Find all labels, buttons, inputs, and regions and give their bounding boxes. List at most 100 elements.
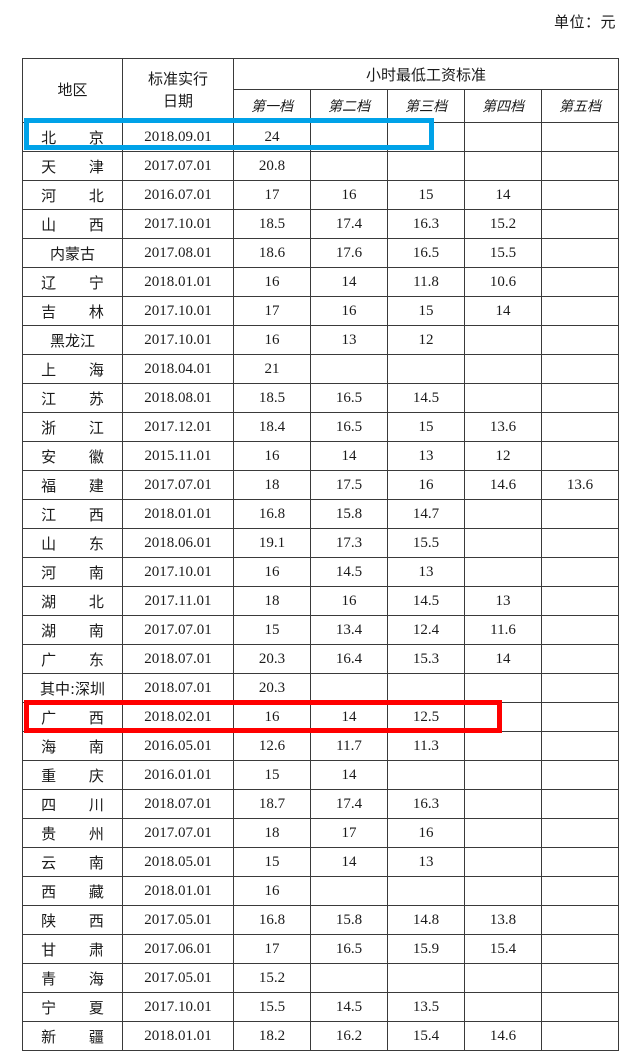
region-name: 内蒙古 [49,244,95,263]
table-row: 重 庆 2016.01.01 15 14 [22,760,619,790]
wage-value-cell-tier-1: 18.2 [233,1021,311,1051]
table-row: 湖 南 2017.07.01 15 13.4 12.4 11.6 [22,615,619,645]
region-cell: 浙 江 [22,412,123,442]
wage-value-cell-tier-1: 18.6 [233,238,311,268]
wage-value-cell-tier-3: 15.4 [387,1021,465,1051]
table-row: 天 津 2017.07.01 20.8 [22,151,619,181]
region-cell: 四 川 [22,789,123,819]
wage-value-cell-tier-1: 20.8 [233,151,311,181]
table-row: 云 南 2018.05.01 15 14 13 [22,847,619,877]
region-name: 新 疆 [41,1027,118,1046]
table-row: 北 京 2018.09.01 24 [22,122,619,152]
region-cell: 湖 北 [22,586,123,616]
wage-value-cell-tier-5 [541,789,619,819]
table-row: 河 北 2016.07.01 17 16 15 14 [22,180,619,210]
region-cell: 宁 夏 [22,992,123,1022]
wage-value-cell-tier-1: 19.1 [233,528,311,558]
wage-value-cell-tier-5 [541,992,619,1022]
region-cell: 上 海 [22,354,123,384]
wage-value-cell-tier-4 [464,731,542,761]
wage-value-cell-tier-3: 16.5 [387,238,465,268]
effective-date-cell: 2018.01.01 [122,267,234,297]
wage-value-cell-tier-1: 15 [233,615,311,645]
effective-date-cell: 2017.07.01 [122,818,234,848]
region-cell: 广 东 [22,644,123,674]
wage-value-cell-tier-5 [541,673,619,703]
region-name: 湖 北 [41,592,118,611]
region-name: 上 海 [41,360,118,379]
table-row: 西 藏 2018.01.01 16 [22,876,619,906]
wage-value-cell-tier-2 [310,876,388,906]
effective-date-cell: 2017.10.01 [122,325,234,355]
wage-value-cell-tier-1: 15.5 [233,992,311,1022]
effective-date-cell: 2017.07.01 [122,151,234,181]
wage-value-cell-tier-3: 16.3 [387,789,465,819]
region-cell: 江 西 [22,499,123,529]
wage-value-cell-tier-4: 11.6 [464,615,542,645]
wage-value-cell-tier-4: 14 [464,296,542,326]
region-name: 天 津 [41,157,118,176]
table-row: 江 苏 2018.08.01 18.5 16.5 14.5 [22,383,619,413]
region-cell: 内蒙古 [22,238,123,268]
wage-value-cell-tier-3 [387,354,465,384]
table-row: 湖 北 2017.11.01 18 16 14.5 13 [22,586,619,616]
wage-value-cell-tier-4 [464,557,542,587]
wage-value-cell-tier-1: 18.4 [233,412,311,442]
wage-value-cell-tier-4 [464,528,542,558]
wage-value-cell-tier-3: 15 [387,412,465,442]
effective-date-cell: 2017.10.01 [122,209,234,239]
region-cell: 山 东 [22,528,123,558]
wage-value-cell-tier-5 [541,412,619,442]
region-name: 青 海 [41,969,118,988]
region-cell: 青 海 [22,963,123,993]
wage-value-cell-tier-2: 16 [310,180,388,210]
effective-date-cell: 2016.01.01 [122,760,234,790]
table-row: 新 疆 2018.01.01 18.2 16.2 15.4 14.6 [22,1021,619,1051]
wage-value-cell-tier-3: 14.5 [387,586,465,616]
region-name: 西 藏 [41,882,118,901]
wage-value-cell-tier-5 [541,325,619,355]
wage-value-cell-tier-2: 15.8 [310,499,388,529]
region-name: 陕 西 [41,911,118,930]
wage-value-cell-tier-1: 16 [233,702,311,732]
wage-value-cell-tier-3: 12 [387,325,465,355]
effective-date-cell: 2017.12.01 [122,412,234,442]
column-header-tier-5: 第五档 [541,89,619,123]
wage-value-cell-tier-4: 15.5 [464,238,542,268]
wage-value-cell-tier-4 [464,673,542,703]
wage-value-cell-tier-2: 16 [310,586,388,616]
wage-value-cell-tier-2: 17 [310,818,388,848]
wage-value-cell-tier-2: 14 [310,760,388,790]
wage-value-cell-tier-2: 11.7 [310,731,388,761]
wage-value-cell-tier-3 [387,673,465,703]
wage-value-cell-tier-2: 17.4 [310,209,388,239]
wage-value-cell-tier-4: 15.2 [464,209,542,239]
wage-value-cell-tier-1: 15.2 [233,963,311,993]
region-cell: 湖 南 [22,615,123,645]
wage-value-cell-tier-5 [541,586,619,616]
wage-value-cell-tier-5 [541,644,619,674]
wage-value-cell-tier-1: 18.5 [233,209,311,239]
wage-value-cell-tier-2: 15.8 [310,905,388,935]
effective-date-cell: 2018.01.01 [122,876,234,906]
region-cell: 陕 西 [22,905,123,935]
effective-date-cell: 2018.08.01 [122,383,234,413]
wage-value-cell-tier-1: 16.8 [233,905,311,935]
effective-date-line2: 日期 [162,91,193,110]
region-name: 江 西 [41,505,118,524]
effective-date-cell: 2018.01.01 [122,1021,234,1051]
wage-value-cell-tier-2 [310,354,388,384]
wage-value-cell-tier-2: 17.6 [310,238,388,268]
wage-value-cell-tier-1: 16 [233,557,311,587]
wage-value-cell-tier-4 [464,702,542,732]
effective-date-cell: 2015.11.01 [122,441,234,471]
region-cell: 其中:深圳 [22,673,123,703]
table-body: 北 京 2018.09.01 24 天 津 2017.07.01 20.8 河 北 2016.… [22,122,619,1051]
wage-value-cell-tier-4 [464,383,542,413]
wage-value-cell-tier-3 [387,963,465,993]
wage-value-cell-tier-4 [464,847,542,877]
region-cell: 云 南 [22,847,123,877]
region-cell: 辽 宁 [22,267,123,297]
wage-value-cell-tier-3: 14.8 [387,905,465,935]
table-row: 广 西 2018.02.01 16 14 12.5 [22,702,619,732]
